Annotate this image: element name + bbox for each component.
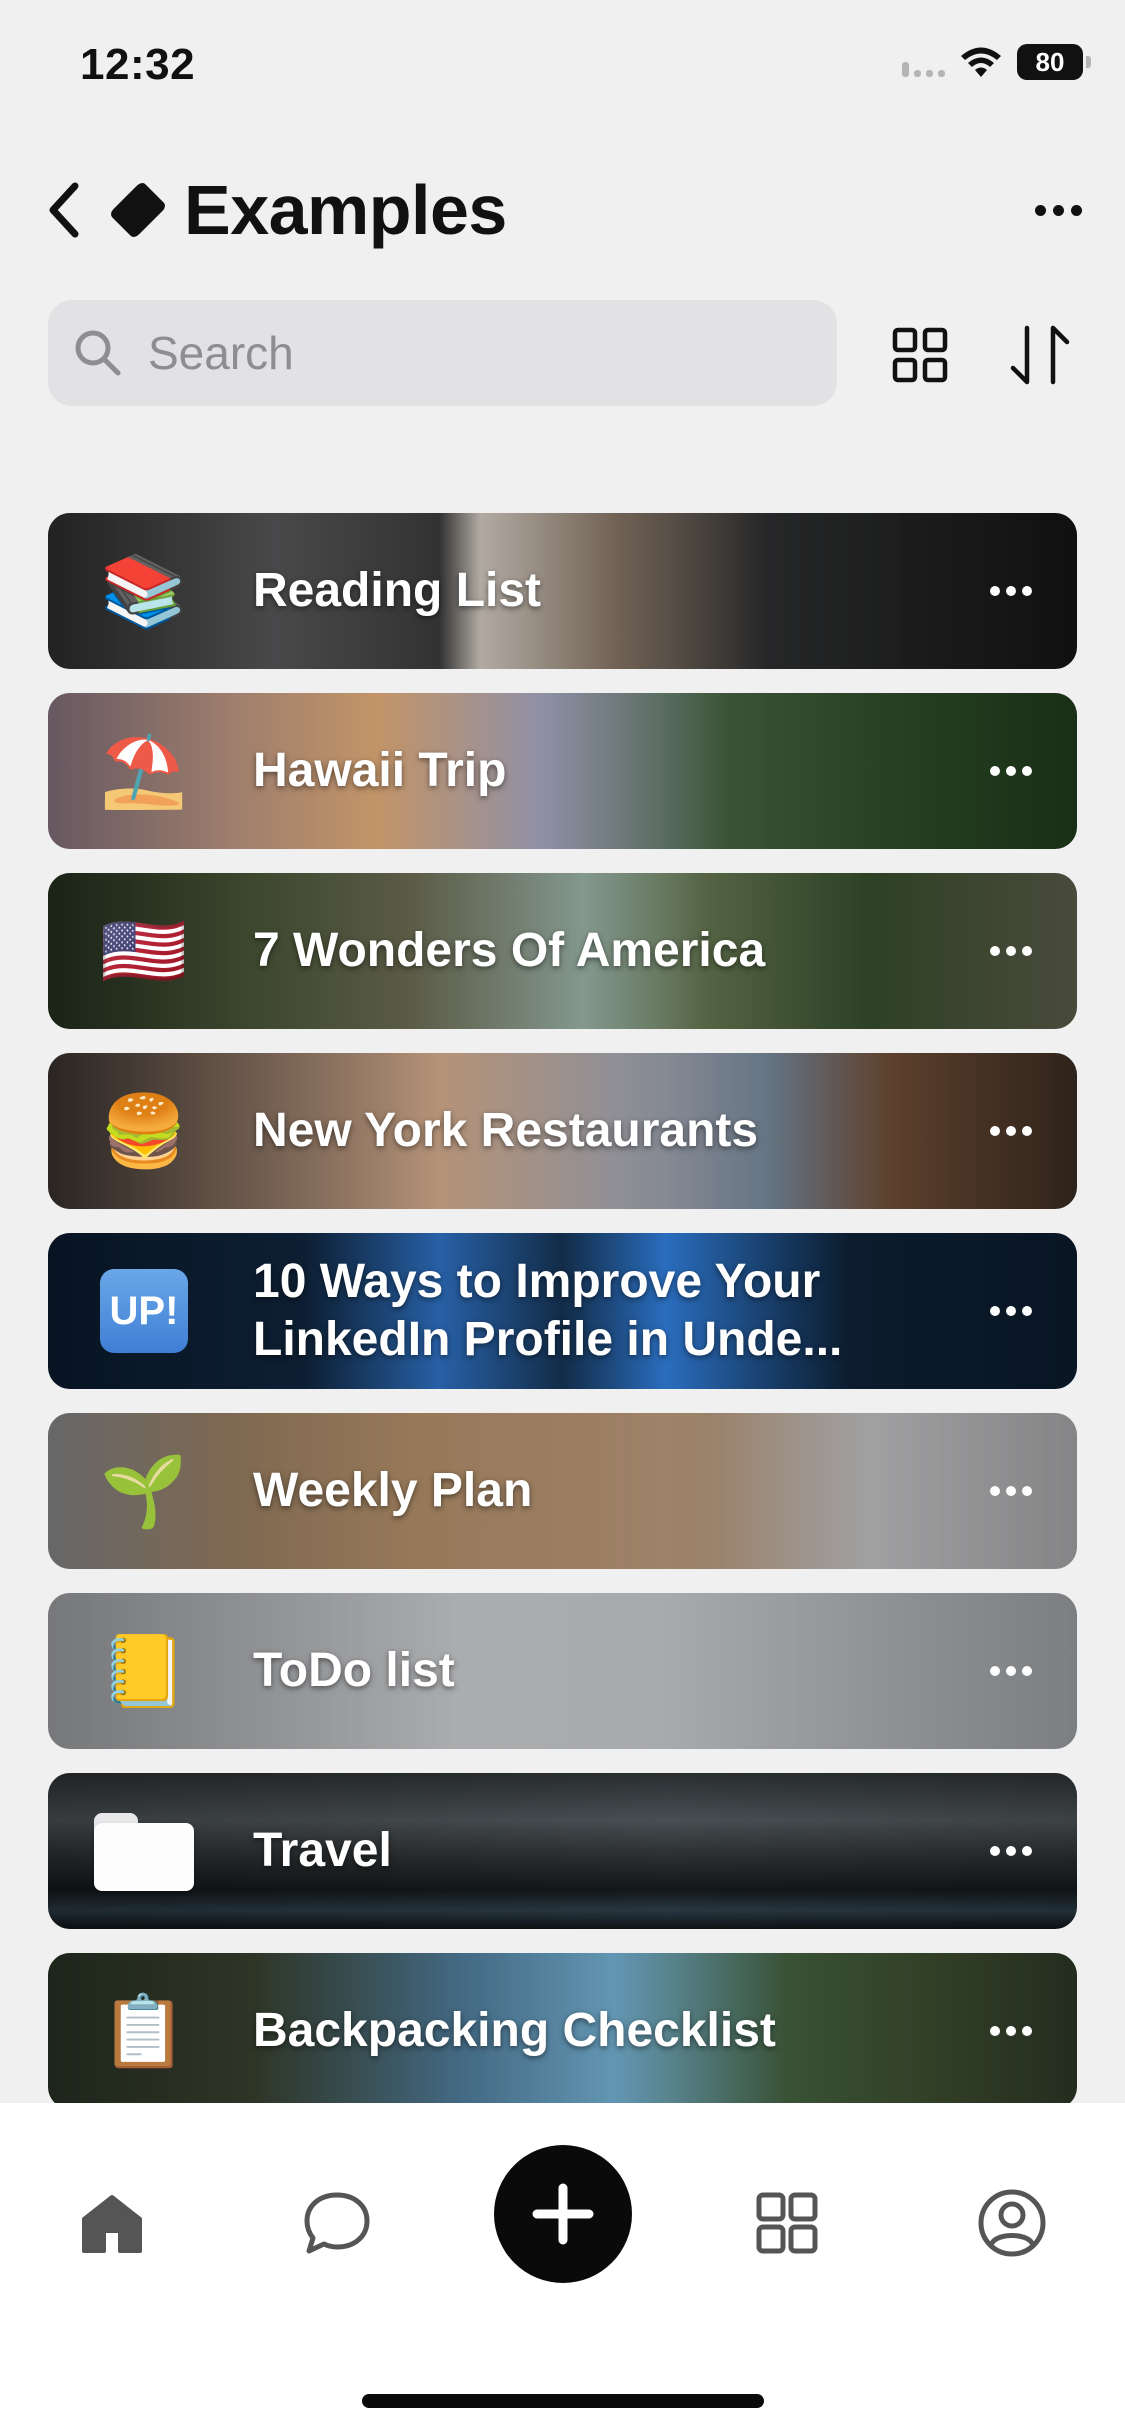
search-input[interactable]: Search [148,326,294,380]
lists-container: 📚 Reading List ⛱️ Hawaii Trip 🇺🇸 7 Wonders Of… [48,513,1077,2103]
tab-profile[interactable] [972,2183,1052,2263]
list-card[interactable]: 📚 Reading List [48,513,1077,669]
list-emoji-icon: ⛱️ [100,730,188,812]
card-more-button[interactable] [981,2006,1041,2056]
list-title: 10 Ways to Improve Your LinkedIn Profile… [253,1255,843,1366]
card-more-button[interactable] [981,566,1041,616]
list-title: Backpacking Checklist [253,2004,776,2058]
list-card[interactable]: 🍔 New York Restaurants [48,1053,1077,1209]
tab-apps[interactable] [747,2183,827,2263]
tab-bar [0,2103,1125,2436]
list-title: New York Restaurants [253,1104,759,1158]
more-options-button[interactable] [1023,175,1093,245]
list-card[interactable]: Travel [48,1773,1077,1929]
title-group: Examples [108,170,507,250]
list-card[interactable]: 📒 ToDo list [48,1593,1077,1749]
list-card[interactable]: 🌱 Weekly Plan [48,1413,1077,1569]
battery-icon: 80 [1017,44,1091,80]
list-emoji-icon: 📚 [100,550,188,632]
profile-icon [978,2189,1046,2257]
header: Examples [0,160,1125,260]
page-title: Examples [184,171,507,249]
list-title: Hawaii Trip [253,744,507,798]
home-indicator [362,2394,764,2408]
chat-bubble-icon [304,2192,370,2254]
card-more-button[interactable] [981,1646,1041,1696]
ellipsis-icon [1034,204,1046,216]
list-title: Reading List [253,564,542,618]
plus-icon [532,2183,594,2245]
list-title: Weekly Plan [253,1464,533,1518]
folder-icon [94,1809,194,1891]
cellular-signal-icon [902,47,945,77]
list-card[interactable]: UP! 10 Ways to Improve Your LinkedIn Prof… [48,1233,1077,1389]
status-bar: 12:32 80 [0,0,1125,140]
list-emoji-icon: 🍔 [100,1090,188,1172]
list-emoji-icon: 🇺🇸 [100,910,188,992]
search-icon [75,330,121,376]
status-time: 12:32 [80,40,196,89]
card-more-button[interactable] [981,1286,1041,1336]
list-card[interactable]: 🇺🇸 7 Wonders Of America [48,873,1077,1029]
card-more-button[interactable] [981,1106,1041,1156]
card-more-button[interactable] [981,1826,1041,1876]
list-emoji-icon: UP! [100,1269,188,1353]
list-title: ToDo list [253,1644,455,1698]
card-more-button[interactable] [981,746,1041,796]
grid-view-icon [892,327,948,383]
chevron-left-icon [49,182,79,238]
grid-icon [756,2192,818,2254]
list-card[interactable]: ⛱️ Hawaii Trip [48,693,1077,849]
back-button[interactable] [30,170,100,250]
list-emoji-icon: 📒 [100,1630,188,1712]
list-emoji-icon: 🌱 [100,1450,188,1532]
add-button[interactable] [494,2145,632,2283]
status-icons: 80 [902,44,1091,80]
diamond-icon [108,180,168,240]
wifi-icon [961,47,1001,77]
list-title: Travel [253,1824,392,1878]
tab-chat[interactable] [297,2183,377,2263]
card-more-button[interactable] [981,1466,1041,1516]
search-bar[interactable]: Search [48,300,837,406]
list-emoji-icon: 📋 [100,1990,188,2072]
sort-button[interactable] [1005,320,1075,390]
up-badge-icon: UP! [100,1269,188,1353]
list-title: 7 Wonders Of America [253,924,766,978]
card-more-button[interactable] [981,926,1041,976]
list-emoji-icon [94,1809,194,1893]
grid-view-button[interactable] [885,320,955,390]
list-card[interactable]: 📋 Backpacking Checklist [48,1953,1077,2103]
tab-home[interactable] [72,2183,152,2263]
sort-arrows-icon [1010,325,1070,385]
home-icon [82,2195,142,2253]
